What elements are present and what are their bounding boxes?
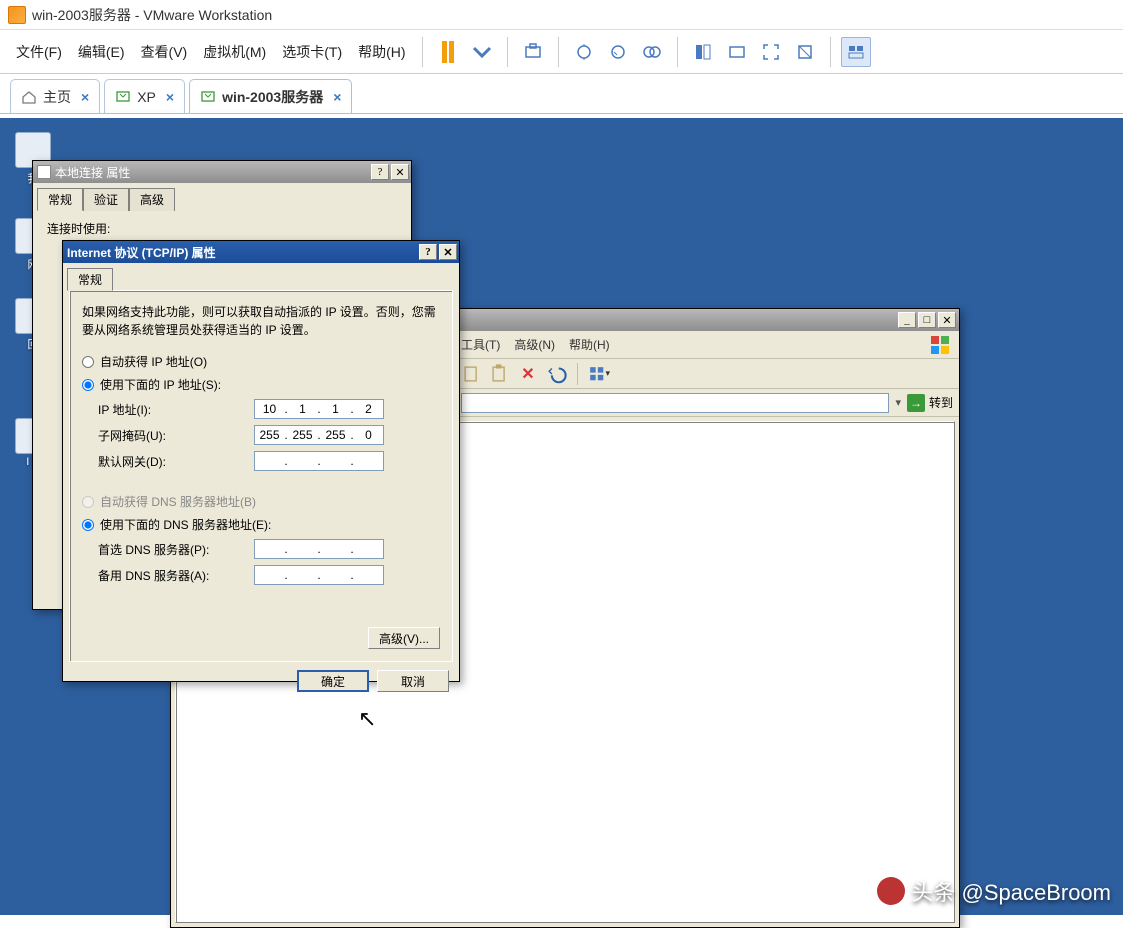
help-button[interactable]: ? bbox=[419, 244, 437, 260]
menu-view[interactable]: 查看(V) bbox=[135, 38, 194, 66]
dns-primary-label: 首选 DNS 服务器(P): bbox=[98, 541, 248, 558]
dialog-title: Internet 协议 (TCP/IP) 属性 bbox=[67, 244, 216, 261]
radio-label: 自动获得 DNS 服务器地址(B) bbox=[100, 493, 256, 510]
subnet-mask-label: 子网掩码(U): bbox=[98, 427, 248, 444]
tab-close-icon[interactable]: × bbox=[166, 89, 174, 105]
radio-use-dns[interactable] bbox=[82, 519, 94, 531]
radio-label: 使用下面的 IP 地址(S): bbox=[100, 376, 221, 393]
vmware-titlebar: win-2003服务器 - VMware Workstation bbox=[0, 0, 1123, 30]
radio-use-ip[interactable] bbox=[82, 379, 94, 391]
radio-auto-ip[interactable] bbox=[82, 356, 94, 368]
dns-secondary-label: 备用 DNS 服务器(A): bbox=[98, 567, 248, 584]
maximize-button[interactable]: □ bbox=[918, 312, 936, 328]
lan-tabstrip: 常规 验证 高级 bbox=[33, 183, 411, 210]
tcpip-tabstrip: 常规 bbox=[63, 263, 459, 290]
vm-icon bbox=[115, 89, 131, 105]
tab-general[interactable]: 常规 bbox=[67, 268, 113, 291]
tcpip-description: 如果网络支持此功能，则可以获取自动指派的 IP 设置。否则，您需要从网络系统管理… bbox=[82, 303, 440, 339]
radio-auto-dns bbox=[82, 496, 94, 508]
tab-win2003[interactable]: win-2003服务器 × bbox=[189, 79, 352, 113]
menu-file[interactable]: 文件(F) bbox=[10, 38, 68, 66]
tab-close-icon[interactable]: × bbox=[333, 89, 341, 105]
watermark-avatar-icon bbox=[877, 877, 905, 905]
tcpip-properties-dialog: Internet 协议 (TCP/IP) 属性 ? ✕ 常规 如果网络支持此功能… bbox=[62, 240, 460, 682]
fullscreen-icon[interactable] bbox=[756, 37, 786, 67]
tab-general[interactable]: 常规 bbox=[37, 188, 83, 211]
send-ctrl-alt-del-icon[interactable] bbox=[518, 37, 548, 67]
undo-icon[interactable] bbox=[545, 363, 567, 385]
cancel-button[interactable]: 取消 bbox=[377, 670, 449, 692]
unity-icon[interactable] bbox=[790, 37, 820, 67]
radio-label: 自动获得 IP 地址(O) bbox=[100, 353, 207, 370]
network-icon bbox=[37, 165, 51, 179]
tab-auth[interactable]: 验证 bbox=[83, 188, 129, 211]
copy-icon[interactable] bbox=[461, 363, 483, 385]
windows-flag-icon bbox=[929, 334, 951, 356]
tab-xp[interactable]: XP × bbox=[104, 79, 185, 113]
menu-tabs[interactable]: 选项卡(T) bbox=[276, 38, 348, 66]
vm-icon bbox=[200, 89, 216, 105]
ok-button[interactable]: 确定 bbox=[297, 670, 369, 692]
vm-viewport: 我 网 回 I E _ □ ✕ 工具(T) 高级(N) 帮助(H) ✕ ▾ ▾ bbox=[0, 118, 1123, 915]
close-button[interactable]: ✕ bbox=[938, 312, 956, 328]
ip-address-label: IP 地址(I): bbox=[98, 401, 248, 418]
snapshot-manager-icon[interactable] bbox=[637, 37, 667, 67]
menu-advanced[interactable]: 高级(N) bbox=[514, 336, 555, 353]
subnet-mask-input[interactable]: 255.255.255.0 bbox=[254, 425, 384, 445]
gateway-input[interactable]: ... bbox=[254, 451, 384, 471]
tab-home[interactable]: 主页 × bbox=[10, 79, 100, 113]
cursor-icon: ↖ bbox=[358, 706, 376, 732]
thumbnail-bar-icon[interactable] bbox=[841, 37, 871, 67]
tab-label: win-2003服务器 bbox=[222, 87, 323, 107]
close-button[interactable]: ✕ bbox=[439, 244, 457, 260]
tab-label: 主页 bbox=[43, 87, 71, 107]
fit-window-icon[interactable] bbox=[722, 37, 752, 67]
address-combo[interactable] bbox=[461, 393, 889, 413]
vmware-tabstrip: 主页 × XP × win-2003服务器 × bbox=[0, 74, 1123, 114]
lan-titlebar[interactable]: 本地连接 属性 ? ✕ bbox=[33, 161, 411, 183]
go-button[interactable]: →转到 bbox=[907, 394, 953, 412]
paste-icon[interactable] bbox=[489, 363, 511, 385]
advanced-button[interactable]: 高级(V)... bbox=[368, 627, 440, 649]
dns-secondary-input[interactable]: ... bbox=[254, 565, 384, 585]
close-button[interactable]: ✕ bbox=[391, 164, 409, 180]
watermark-text: 头条 @SpaceBroom bbox=[911, 875, 1111, 907]
menu-vm[interactable]: 虚拟机(M) bbox=[197, 38, 272, 66]
tab-close-icon[interactable]: × bbox=[81, 89, 89, 105]
menu-help[interactable]: 帮助(H) bbox=[352, 38, 411, 66]
watermark: 头条 @SpaceBroom bbox=[877, 875, 1111, 907]
menu-help[interactable]: 帮助(H) bbox=[569, 336, 610, 353]
vmware-logo-icon bbox=[8, 6, 26, 24]
pause-button[interactable] bbox=[433, 37, 463, 67]
dropdown-icon[interactable] bbox=[467, 37, 497, 67]
radio-label: 使用下面的 DNS 服务器地址(E): bbox=[100, 516, 271, 533]
views-icon[interactable]: ▾ bbox=[588, 363, 610, 385]
tab-label: XP bbox=[137, 89, 156, 105]
delete-icon[interactable]: ✕ bbox=[517, 363, 539, 385]
help-button[interactable]: ? bbox=[371, 164, 389, 180]
gateway-label: 默认网关(D): bbox=[98, 453, 248, 470]
menu-tools[interactable]: 工具(T) bbox=[461, 336, 500, 353]
dialog-buttons: 确定 取消 bbox=[63, 662, 459, 700]
menu-edit[interactable]: 编辑(E) bbox=[72, 38, 131, 66]
minimize-button[interactable]: _ bbox=[898, 312, 916, 328]
fit-guest-icon[interactable] bbox=[688, 37, 718, 67]
ip-address-input[interactable]: 10.1.1.2 bbox=[254, 399, 384, 419]
dns-primary-input[interactable]: ... bbox=[254, 539, 384, 559]
vmware-menubar: 文件(F) 编辑(E) 查看(V) 虚拟机(M) 选项卡(T) 帮助(H) bbox=[0, 30, 1123, 74]
vmware-window-title: win-2003服务器 - VMware Workstation bbox=[32, 5, 272, 25]
tcpip-titlebar[interactable]: Internet 协议 (TCP/IP) 属性 ? ✕ bbox=[63, 241, 459, 263]
snapshot-take-icon[interactable] bbox=[569, 37, 599, 67]
tab-advanced[interactable]: 高级 bbox=[129, 188, 175, 211]
dialog-title: 本地连接 属性 bbox=[55, 164, 130, 181]
snapshot-revert-icon[interactable] bbox=[603, 37, 633, 67]
home-icon bbox=[21, 89, 37, 105]
connect-using-label: 连接时使用: bbox=[47, 220, 397, 237]
